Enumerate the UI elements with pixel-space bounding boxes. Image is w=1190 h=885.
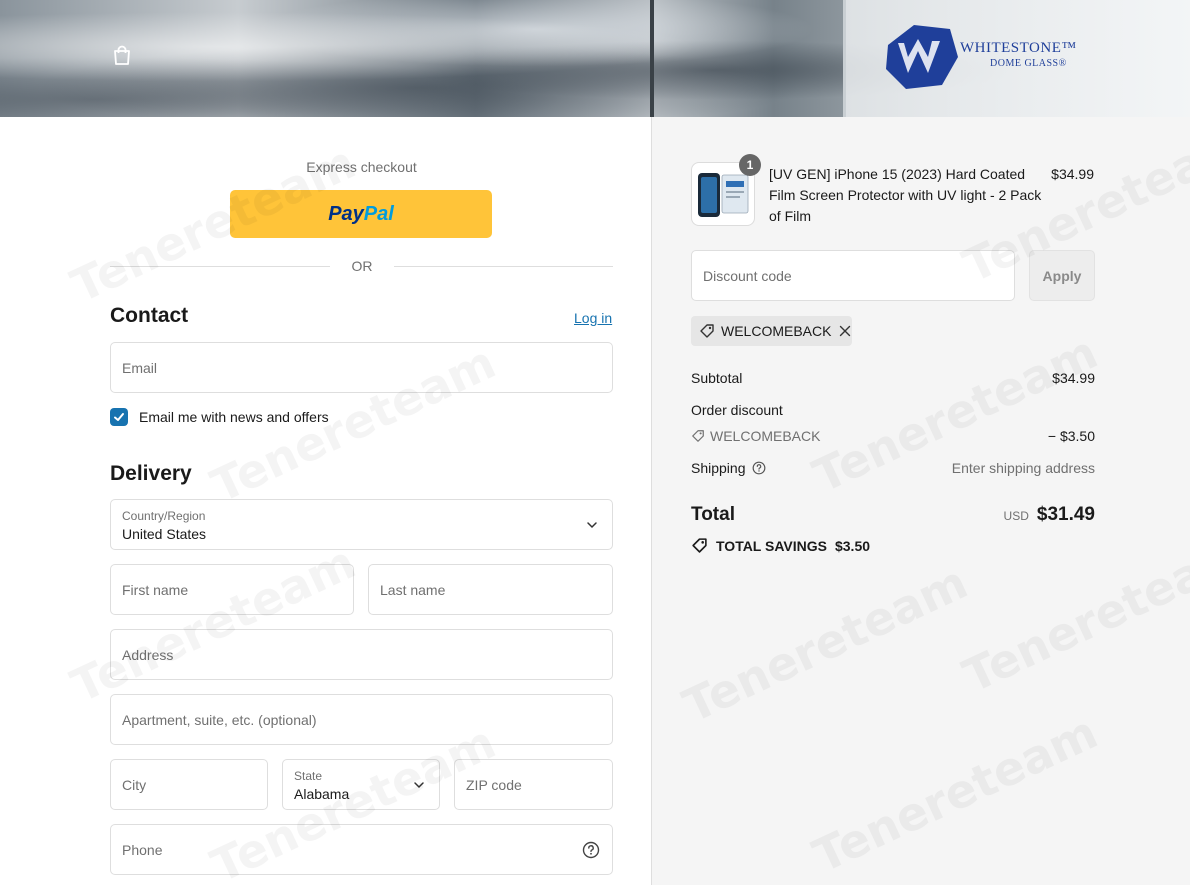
savings-value: $3.50 xyxy=(834,537,871,554)
logo-subtext: DOME GLASS® xyxy=(990,58,1067,69)
newsletter-checkbox[interactable] xyxy=(110,408,128,426)
apartment-field[interactable]: Apartment, suite, etc. (optional) xyxy=(110,694,613,745)
watermark: Tenereteam xyxy=(805,705,1106,883)
paypal-logo-part: Pay xyxy=(328,202,364,225)
paypal-logo-part: Pal xyxy=(363,202,394,225)
divider-line xyxy=(394,266,613,267)
first-name-placeholder: First name xyxy=(122,581,189,598)
product-price: $34.99 xyxy=(1051,166,1094,182)
login-link[interactable]: Log in xyxy=(574,310,612,326)
order-summary-column: 1 [UV GEN] iPhone 15 (2023) Hard Coated … xyxy=(651,115,1190,885)
first-name-field[interactable]: First name xyxy=(110,564,354,615)
watermark: Tenereteam xyxy=(63,535,364,713)
order-discount-code: WELCOMEBACK xyxy=(710,428,821,444)
total-value: $31.49 xyxy=(1036,504,1095,525)
checkmark-icon xyxy=(114,413,124,421)
email-placeholder: Email xyxy=(122,359,158,376)
savings-label: TOTAL SAVINGS xyxy=(716,537,827,554)
discount-code-field[interactable]: Discount code xyxy=(691,250,1015,301)
shipping-label-group: Shipping xyxy=(691,460,766,476)
total-row: Total USD $31.49 xyxy=(691,504,1095,526)
shipping-row: Shipping Enter shipping address xyxy=(691,460,1095,476)
watermark: Tenereteam xyxy=(675,555,976,733)
discount-placeholder: Discount code xyxy=(703,267,792,284)
state-value: Alabama xyxy=(294,786,350,802)
banner-divider xyxy=(650,0,654,117)
close-icon[interactable] xyxy=(839,325,851,337)
header-banner: WHITESTONE™ DOME GLASS® xyxy=(0,0,1190,117)
total-label: Total xyxy=(691,504,735,525)
contact-title: Contact xyxy=(110,304,189,327)
watermark: Tenereteam xyxy=(955,525,1190,703)
order-discount-code-row: WELCOMEBACK − $3.50 xyxy=(691,428,1095,446)
email-field[interactable]: Email xyxy=(110,342,613,393)
address-field[interactable]: Address xyxy=(110,629,613,680)
tag-icon xyxy=(700,324,714,338)
zip-placeholder: ZIP code xyxy=(466,776,522,793)
country-label: Country/Region xyxy=(122,509,206,523)
city-field[interactable]: City xyxy=(110,759,268,810)
logo-text: WHITESTONE™ xyxy=(960,40,1077,56)
delivery-title: Delivery xyxy=(110,462,192,485)
zip-field[interactable]: ZIP code xyxy=(454,759,613,810)
chevron-down-icon xyxy=(414,781,424,788)
currency-code: USD xyxy=(1003,509,1029,523)
tag-icon xyxy=(692,538,707,553)
address-placeholder: Address xyxy=(122,646,174,663)
total-value-group: USD $31.49 xyxy=(1004,504,1095,526)
chevron-down-icon xyxy=(587,521,597,528)
express-checkout-label: Express checkout xyxy=(306,159,417,175)
order-discount-label: Order discount xyxy=(691,402,783,418)
newsletter-option[interactable]: Email me with news and offers xyxy=(110,407,329,427)
city-placeholder: City xyxy=(122,776,147,793)
checkout-form-column: Express checkout Pay Pal OR Contact Log i… xyxy=(0,117,651,885)
or-label: OR xyxy=(351,258,373,274)
last-name-placeholder: Last name xyxy=(380,581,446,598)
applied-discount-tag: WELCOMEBACK xyxy=(691,316,852,346)
discount-code-display: WELCOMEBACK xyxy=(691,428,820,444)
newsletter-label: Email me with news and offers xyxy=(139,409,329,425)
apartment-placeholder: Apartment, suite, etc. (optional) xyxy=(122,711,317,728)
paypal-button[interactable]: Pay Pal xyxy=(230,190,492,238)
subtotal-label: Subtotal xyxy=(691,370,743,386)
shopping-bag-icon[interactable] xyxy=(111,44,133,66)
quantity-badge: 1 xyxy=(739,154,761,176)
help-circle-icon[interactable] xyxy=(582,841,600,859)
last-name-field[interactable]: Last name xyxy=(368,564,613,615)
tag-icon xyxy=(692,430,704,442)
apply-button[interactable]: Apply xyxy=(1029,250,1095,301)
phone-placeholder: Phone xyxy=(122,841,163,858)
order-discount-row: Order discount xyxy=(691,402,1095,418)
subtotal-row: Subtotal $34.99 xyxy=(691,370,1095,386)
shipping-label: Shipping xyxy=(691,460,746,476)
shipping-value: Enter shipping address xyxy=(951,460,1095,476)
phone-field[interactable]: Phone xyxy=(110,824,613,875)
order-discount-value: − $3.50 xyxy=(1047,428,1095,444)
country-value: United States xyxy=(122,526,207,542)
country-select[interactable]: Country/Region United States xyxy=(110,499,613,550)
total-savings: TOTAL SAVINGS $3.50 xyxy=(691,537,870,554)
subtotal-value: $34.99 xyxy=(1052,370,1095,386)
help-circle-icon[interactable] xyxy=(752,461,766,475)
divider-line xyxy=(110,266,330,267)
or-divider: OR xyxy=(110,257,613,275)
state-select[interactable]: State Alabama xyxy=(282,759,440,810)
product-name: [UV GEN] iPhone 15 (2023) Hard Coated Fi… xyxy=(769,166,1042,224)
state-label: State xyxy=(294,769,323,783)
applied-code: WELCOMEBACK xyxy=(721,323,832,339)
